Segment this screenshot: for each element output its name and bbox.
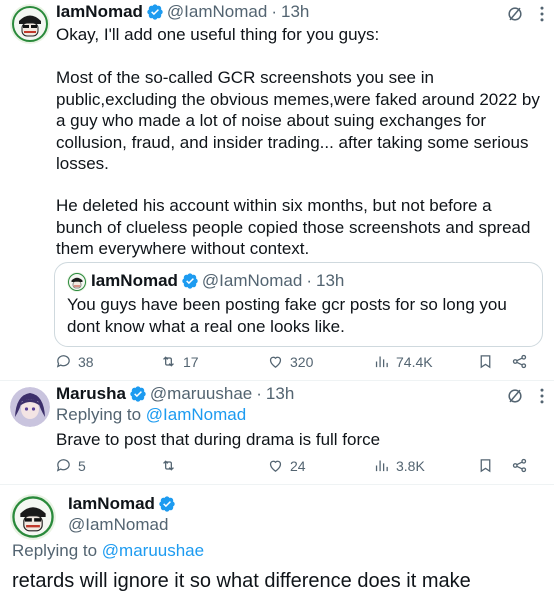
avatar-iamnomad[interactable] (10, 494, 56, 540)
share-button[interactable] (511, 353, 528, 370)
author-handle: @IamNomad (201, 271, 303, 290)
reply-button[interactable]: 38 (55, 353, 94, 370)
like-icon (269, 460, 282, 472)
replying-to-label: Replying to (12, 541, 102, 560)
verified-icon (146, 3, 164, 21)
timestamp: 13h (316, 271, 345, 290)
share-icon (512, 354, 527, 369)
reply-icon (56, 459, 70, 472)
timestamp[interactable]: 13h (266, 384, 294, 404)
views-icon (375, 460, 388, 472)
author-name[interactable]: Marusha (56, 384, 126, 404)
replying-to-link[interactable]: @IamNomad (146, 405, 246, 425)
retweet-count: 17 (183, 353, 199, 370)
views-count: 3.8K (396, 457, 425, 474)
separator-dot: · (271, 2, 277, 21)
author-name[interactable]: IamNomad (56, 2, 143, 22)
grok-icon[interactable] (505, 386, 525, 406)
author-handle[interactable]: @IamNomad (68, 515, 168, 535)
like-button[interactable]: 24 (267, 457, 306, 474)
more-icon[interactable] (532, 386, 552, 406)
verified-icon (181, 272, 199, 290)
tweet-header: Marusha @maruushae · 13h (56, 384, 294, 404)
grok-icon[interactable] (505, 4, 525, 24)
like-count: 24 (290, 457, 306, 474)
quoted-tweet[interactable]: IamNomad @IamNomad · 13h You guys have b… (54, 262, 543, 347)
reply-count: 5 (78, 457, 86, 474)
avatar-marusha[interactable] (10, 387, 50, 427)
bookmark-icon (480, 459, 491, 473)
separator-dot: · (256, 384, 262, 403)
author-name[interactable]: IamNomad (68, 494, 155, 514)
author-handle[interactable]: @IamNomad (167, 2, 267, 22)
reply-icon (56, 355, 70, 368)
bookmark-icon (480, 355, 491, 369)
tweet-text-paragraph: Most of the so-called GCR screenshots yo… (56, 68, 540, 173)
avatar-iamnomad (67, 272, 87, 292)
bookmark-button[interactable] (477, 457, 494, 474)
reply-button[interactable]: 5 (55, 457, 86, 474)
views-count: 74.4K (396, 353, 433, 370)
avatar-iamnomad[interactable] (10, 4, 50, 44)
like-button[interactable]: 320 (267, 353, 313, 370)
verified-icon (158, 495, 176, 513)
separator-dot: · (306, 271, 312, 290)
quoted-text: You guys have been posting fake gcr post… (67, 295, 507, 336)
author-name: IamNomad (91, 271, 178, 290)
tweet-actions: 5 24 3.8K (55, 457, 535, 477)
views-icon (375, 356, 388, 368)
tweet-text: Brave to post that during drama is full … (56, 430, 381, 449)
divider (0, 484, 554, 485)
retweet-button[interactable] (160, 457, 183, 474)
views-button[interactable]: 74.4K (373, 353, 433, 370)
replying-to-link[interactable]: @maruushae (102, 541, 204, 561)
tweet-text-paragraph: He deleted his account within six months… (56, 196, 531, 258)
author-handle-row: @IamNomad (68, 515, 168, 535)
retweet-button[interactable]: 17 (160, 353, 199, 370)
verified-icon (129, 385, 147, 403)
share-button[interactable] (511, 457, 528, 474)
like-count: 320 (290, 353, 314, 370)
timestamp[interactable]: 13h (281, 2, 309, 22)
tweet-text-intro: Okay, I'll add one useful thing for you … (56, 25, 380, 44)
quoted-header: IamNomad @IamNomad · 13h (91, 271, 344, 291)
retweet-icon (163, 460, 174, 471)
tweet-text: retards will ignore it so what differenc… (12, 570, 471, 592)
replying-to-label: Replying to (56, 405, 146, 424)
reply-count: 38 (78, 353, 94, 370)
divider (0, 380, 554, 381)
retweet-icon (163, 356, 174, 367)
author-handle[interactable]: @maruushae (150, 384, 252, 404)
views-button[interactable]: 3.8K (373, 457, 425, 474)
tweet-header: IamNomad @IamNomad · 13h (56, 2, 309, 22)
replying-to: Replying to @IamNomad (56, 405, 246, 425)
bookmark-button[interactable] (477, 353, 494, 370)
like-icon (269, 356, 282, 368)
replying-to: Replying to @maruushae (12, 541, 204, 561)
tweet-header: IamNomad (68, 494, 179, 514)
more-icon[interactable] (532, 4, 552, 24)
share-icon (512, 458, 527, 473)
tweet-actions: 38 17 320 74.4K (55, 353, 535, 373)
